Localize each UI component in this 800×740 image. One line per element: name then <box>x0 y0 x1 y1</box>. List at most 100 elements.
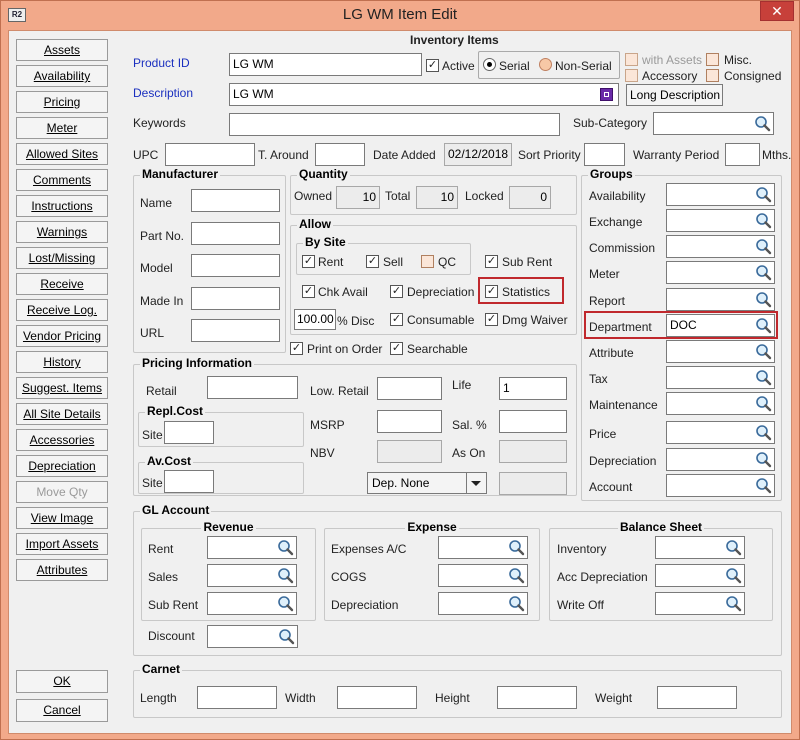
search-icon[interactable] <box>723 566 743 585</box>
accessory-checkbox[interactable] <box>625 69 638 82</box>
rent-checkbox[interactable]: ✓ <box>302 255 315 268</box>
search-icon[interactable] <box>753 368 773 387</box>
weight-input[interactable] <box>657 686 737 709</box>
ok-button[interactable]: OK <box>16 670 108 693</box>
nav-accessories-button[interactable]: Accessories <box>16 429 108 451</box>
group-tax-input[interactable] <box>666 366 775 389</box>
model-input[interactable] <box>191 254 280 277</box>
nav-depreciation-button[interactable]: Depreciation <box>16 455 108 477</box>
sub-rent-checkbox[interactable]: ✓ <box>485 255 498 268</box>
gl-cogs-input[interactable] <box>438 564 528 587</box>
repl-site-input[interactable] <box>164 421 214 444</box>
chk-avail-checkbox[interactable]: ✓ <box>302 285 315 298</box>
search-icon[interactable] <box>753 290 773 309</box>
search-icon[interactable] <box>753 394 773 413</box>
upc-input[interactable] <box>165 143 255 166</box>
nav-suggest-items-button[interactable]: Suggest. Items <box>16 377 108 399</box>
dep-dropdown[interactable]: Dep. None <box>367 472 487 494</box>
cancel-button[interactable]: Cancel <box>16 699 108 722</box>
close-button[interactable]: ✕ <box>760 1 794 21</box>
group-exchange-input[interactable] <box>666 209 775 232</box>
qc-checkbox[interactable] <box>421 255 434 268</box>
group-availability-input[interactable] <box>666 183 775 206</box>
dmg-waiver-checkbox[interactable]: ✓ <box>485 313 498 326</box>
search-icon[interactable] <box>753 237 773 256</box>
group-commission-input[interactable] <box>666 235 775 258</box>
name-input[interactable] <box>191 189 280 212</box>
search-icon[interactable] <box>753 263 773 282</box>
gl-sub-rent-input[interactable] <box>207 592 297 615</box>
search-icon[interactable] <box>753 423 773 442</box>
gl-rent-input[interactable] <box>207 536 297 559</box>
sell-checkbox[interactable]: ✓ <box>366 255 379 268</box>
sort-priority-input[interactable] <box>584 143 625 166</box>
nav-warnings-button[interactable]: Warnings <box>16 221 108 243</box>
chevron-down-icon[interactable] <box>466 473 486 493</box>
search-icon[interactable] <box>753 450 773 469</box>
group-account-input[interactable] <box>666 474 775 497</box>
group-depreciation-input[interactable] <box>666 448 775 471</box>
nav-vendor-pricing-button[interactable]: Vendor Pricing <box>16 325 108 347</box>
made-in-input[interactable] <box>191 287 280 310</box>
search-icon[interactable] <box>723 538 743 557</box>
active-checkbox[interactable]: ✓ <box>426 59 439 72</box>
gl-acc-depreciation-input[interactable] <box>655 564 745 587</box>
nav-all-site-details-button[interactable]: All Site Details <box>16 403 108 425</box>
nav-history-button[interactable]: History <box>16 351 108 373</box>
nav-meter-button[interactable]: Meter <box>16 117 108 139</box>
depreciation-checkbox[interactable]: ✓ <box>390 285 403 298</box>
searchable-checkbox[interactable]: ✓ <box>390 342 403 355</box>
search-icon[interactable] <box>506 594 526 613</box>
msrp-input[interactable] <box>377 410 442 433</box>
non-serial-radio[interactable] <box>539 58 552 71</box>
group-attribute-input[interactable] <box>666 340 775 363</box>
nav-view-image-button[interactable]: View Image <box>16 507 108 529</box>
width-input[interactable] <box>337 686 417 709</box>
serial-radio[interactable] <box>483 58 496 71</box>
life-input[interactable]: 1 <box>499 377 567 400</box>
nav-receive-log-button[interactable]: Receive Log. <box>16 299 108 321</box>
statistics-checkbox[interactable]: ✓ <box>485 285 498 298</box>
expand-icon[interactable] <box>600 88 613 101</box>
search-icon[interactable] <box>753 185 773 204</box>
search-icon[interactable] <box>506 566 526 585</box>
disc-input[interactable]: 100.00 <box>294 309 336 330</box>
print-on-order-checkbox[interactable]: ✓ <box>290 342 303 355</box>
consigned-checkbox[interactable] <box>706 69 719 82</box>
consumable-checkbox[interactable]: ✓ <box>390 313 403 326</box>
retail-input[interactable] <box>207 376 298 399</box>
nav-import-assets-button[interactable]: Import Assets <box>16 533 108 555</box>
group-maintenance-input[interactable] <box>666 392 775 415</box>
gl-write-off-input[interactable] <box>655 592 745 615</box>
long-description-button[interactable]: Long Description <box>626 84 723 106</box>
group-meter-input[interactable] <box>666 261 775 284</box>
height-input[interactable] <box>497 686 577 709</box>
search-icon[interactable] <box>752 114 772 133</box>
warranty-period-input[interactable] <box>725 143 760 166</box>
gl-inventory-input[interactable] <box>655 536 745 559</box>
search-icon[interactable] <box>276 627 296 646</box>
nav-comments-button[interactable]: Comments <box>16 169 108 191</box>
description-input[interactable]: LG WM <box>229 83 619 106</box>
nav-allowed-sites-button[interactable]: Allowed Sites <box>16 143 108 165</box>
nav-receive-button[interactable]: Receive <box>16 273 108 295</box>
av-site-input[interactable] <box>164 470 214 493</box>
sal-input[interactable] <box>499 410 567 433</box>
search-icon[interactable] <box>275 566 295 585</box>
low-retail-input[interactable] <box>377 377 442 400</box>
nav-pricing-button[interactable]: Pricing <box>16 91 108 113</box>
search-icon[interactable] <box>275 594 295 613</box>
length-input[interactable] <box>197 686 277 709</box>
part-no-input[interactable] <box>191 222 280 245</box>
search-icon[interactable] <box>723 594 743 613</box>
group-report-input[interactable] <box>666 288 775 311</box>
product-id-input[interactable]: LG WM <box>229 53 422 76</box>
nav-lost-missing-button[interactable]: Lost/Missing <box>16 247 108 269</box>
search-icon[interactable] <box>506 538 526 557</box>
url-input[interactable] <box>191 319 280 342</box>
nav-attributes-button[interactable]: Attributes <box>16 559 108 581</box>
t-around-input[interactable] <box>315 143 365 166</box>
keywords-input[interactable] <box>229 113 560 136</box>
group-price-input[interactable] <box>666 421 775 444</box>
discount-input[interactable] <box>207 625 298 648</box>
